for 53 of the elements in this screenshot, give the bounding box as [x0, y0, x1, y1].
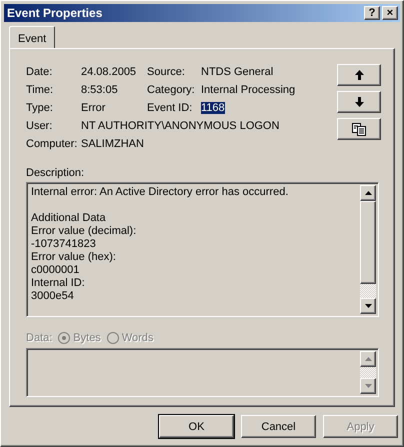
field-value: 24.08.2005 — [81, 66, 136, 78]
field-value: Internal Processing — [201, 84, 296, 96]
scroll-down-button[interactable] — [360, 378, 376, 394]
radio-label: Bytes — [73, 332, 101, 344]
field-value: 1168 — [201, 102, 225, 114]
scroll-down-icon — [364, 384, 372, 388]
description-line: Additional Data — [31, 212, 107, 225]
scroll-track[interactable] — [360, 367, 376, 378]
radio-label: Words — [122, 332, 154, 344]
field-value: NT AUTHORITY\ANONYMOUS LOGON — [81, 120, 280, 132]
description-line: -1073741823 — [31, 238, 97, 251]
scroll-thumb[interactable] — [360, 201, 376, 284]
down-arrow-icon — [354, 97, 364, 107]
field-label: Date: — [26, 66, 54, 78]
scroll-up-button[interactable] — [360, 351, 376, 367]
copy-button[interactable] — [337, 118, 381, 140]
field-value: 8:53:05 — [81, 84, 118, 96]
copy-icon — [352, 122, 366, 136]
help-button[interactable]: ? — [364, 6, 380, 20]
data-label: Data: — [26, 332, 52, 344]
description-line: Internal error: An Active Directory error has occurred. — [31, 186, 290, 199]
description-box[interactable]: Internal error: An Active Directory error has occurred. Additional Data Error value (decimal): -1073741823 Error value (hex): c0000001 Internal ID: 3000e54 — [26, 182, 379, 317]
field-value: NTDS General — [201, 66, 274, 78]
tab[interactable]: Event — [9, 26, 56, 48]
description-line: Error value (hex): — [31, 251, 117, 264]
description-label: Description: — [26, 167, 86, 179]
description-line: Internal ID: — [31, 277, 86, 290]
scroll-up-icon — [364, 191, 372, 195]
field-label: Type: — [26, 102, 54, 114]
description-line: c0000001 — [31, 264, 80, 277]
field-label: Category: — [147, 84, 196, 96]
description-line: 3000e54 — [31, 290, 75, 303]
close-button[interactable]: × — [382, 6, 398, 20]
scroll-down-button[interactable] — [360, 298, 376, 314]
scroll-up-button[interactable] — [360, 185, 376, 201]
scroll-up-icon — [364, 357, 372, 361]
field-label: Computer: — [26, 138, 78, 150]
scroll-track[interactable] — [360, 284, 376, 298]
scroll-down-icon — [364, 304, 372, 308]
field-value: SALIMZHAN — [81, 138, 144, 150]
next-button[interactable] — [337, 91, 381, 113]
data-box[interactable] — [26, 348, 379, 397]
window-title: Event Properties — [7, 6, 104, 20]
description-line: Error value (decimal): — [31, 225, 138, 238]
dialog-button[interactable]: OK — [159, 415, 234, 438]
field-value: Error — [81, 102, 106, 114]
field-label: User: — [26, 120, 54, 132]
field-label: Source: — [147, 66, 186, 78]
field-label: Time: — [26, 84, 54, 96]
up-arrow-icon — [354, 70, 364, 80]
previous-button[interactable] — [337, 64, 381, 86]
dialog-button[interactable]: Cancel — [241, 415, 316, 438]
field-label: Event ID: — [147, 102, 194, 114]
